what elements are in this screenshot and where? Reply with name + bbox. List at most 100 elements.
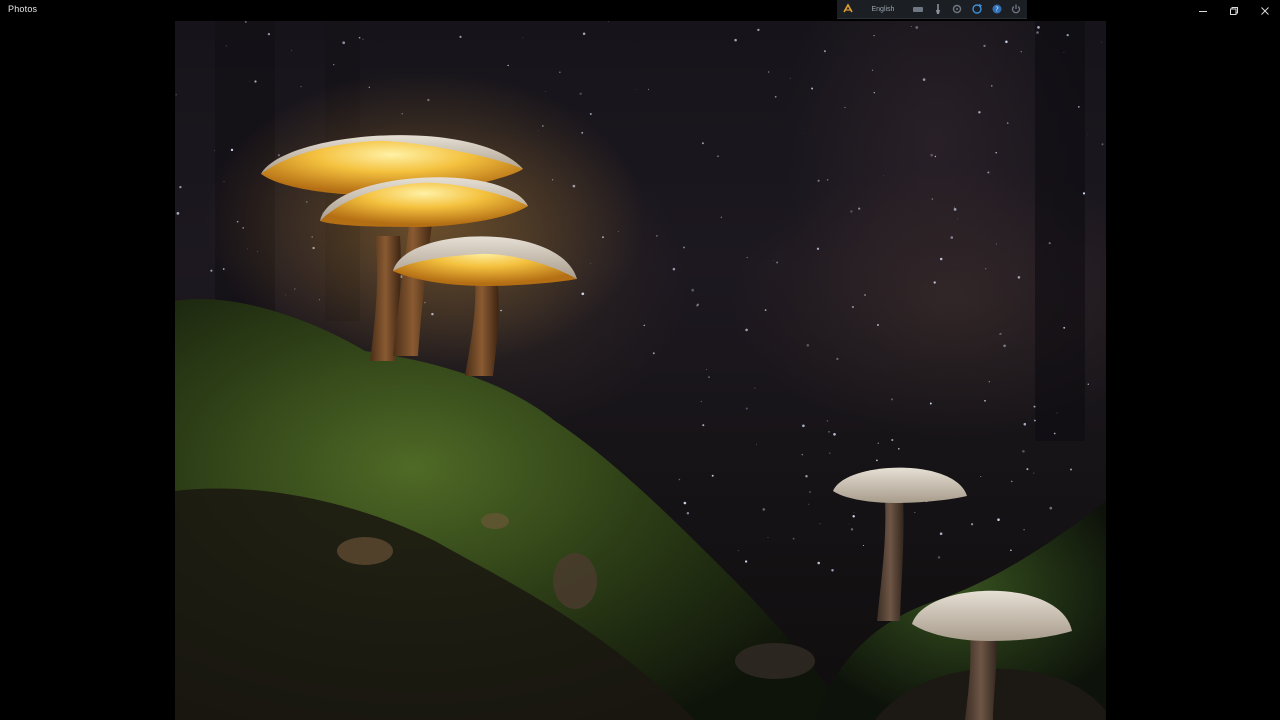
star <box>819 523 821 525</box>
close-icon <box>1260 6 1269 15</box>
star <box>828 430 830 433</box>
star <box>1006 122 1009 124</box>
star <box>929 402 932 405</box>
star <box>851 305 854 309</box>
star <box>744 560 748 563</box>
star <box>358 36 361 39</box>
star <box>984 399 986 402</box>
close-button[interactable] <box>1249 0 1280 21</box>
minimize-button[interactable] <box>1187 0 1218 21</box>
star <box>1048 242 1051 245</box>
star <box>1003 344 1006 348</box>
star <box>876 459 878 462</box>
star <box>1020 51 1022 53</box>
star <box>873 34 875 37</box>
star <box>249 81 251 82</box>
star <box>836 357 839 361</box>
star <box>745 328 748 332</box>
star <box>939 257 943 261</box>
star <box>863 293 867 297</box>
restore-button[interactable] <box>1218 0 1249 21</box>
star <box>848 523 850 525</box>
refresh-icon[interactable] <box>970 2 984 16</box>
title-bar[interactable]: Photos <box>0 0 1280 21</box>
keyboard-icon[interactable] <box>911 2 925 16</box>
star <box>934 155 937 158</box>
star <box>672 267 676 271</box>
star <box>507 64 509 67</box>
star <box>1066 33 1069 37</box>
star <box>933 281 936 284</box>
star <box>1011 480 1013 483</box>
star <box>804 133 805 134</box>
star <box>757 28 760 32</box>
star <box>883 174 884 176</box>
star <box>700 400 702 403</box>
star <box>608 21 610 23</box>
star <box>816 247 820 250</box>
star <box>997 518 1000 521</box>
star <box>1000 333 1002 335</box>
glowing-mushrooms-photo[interactable] <box>175 21 1106 720</box>
translator-logo-icon[interactable] <box>841 2 855 16</box>
star <box>995 243 997 245</box>
star <box>244 21 247 23</box>
star <box>971 523 974 526</box>
star <box>179 185 182 189</box>
star <box>1063 52 1065 53</box>
star <box>686 511 690 515</box>
brush-icon[interactable] <box>931 2 945 16</box>
star <box>717 155 719 157</box>
star <box>939 532 943 535</box>
help-icon[interactable]: ? <box>990 2 1004 16</box>
star <box>995 151 997 154</box>
star <box>978 111 981 114</box>
star <box>1100 41 1102 43</box>
star <box>1087 134 1089 135</box>
language-selector[interactable]: English <box>861 6 906 13</box>
star <box>774 95 777 98</box>
star <box>811 87 814 90</box>
star <box>652 352 655 355</box>
star <box>817 179 820 182</box>
star <box>983 44 986 48</box>
power-icon[interactable] <box>1009 2 1023 16</box>
star <box>876 323 880 327</box>
star <box>1022 449 1025 453</box>
star <box>873 92 875 94</box>
star <box>1077 106 1080 108</box>
star <box>792 537 795 540</box>
star <box>737 550 739 552</box>
star <box>891 438 894 442</box>
star <box>545 90 547 92</box>
star <box>850 528 854 531</box>
star <box>589 112 592 116</box>
star <box>776 261 778 264</box>
star <box>1056 412 1058 414</box>
star <box>708 376 710 379</box>
star <box>175 94 177 96</box>
star <box>764 309 767 311</box>
star <box>1069 468 1073 471</box>
star <box>988 380 991 383</box>
star <box>210 269 213 272</box>
star <box>871 69 874 71</box>
star <box>852 515 855 518</box>
star <box>980 475 982 478</box>
star <box>1101 143 1104 146</box>
svg-text:?: ? <box>995 6 999 14</box>
star <box>768 71 770 73</box>
star <box>1033 419 1036 422</box>
star <box>773 260 774 261</box>
settings-icon[interactable] <box>951 2 965 16</box>
star <box>746 256 748 259</box>
star <box>522 37 524 39</box>
star <box>957 218 958 220</box>
star <box>267 32 271 36</box>
star <box>333 64 335 66</box>
star <box>1023 422 1027 426</box>
star <box>1082 192 1086 195</box>
star <box>931 198 934 200</box>
star <box>898 448 900 450</box>
star <box>225 45 227 47</box>
